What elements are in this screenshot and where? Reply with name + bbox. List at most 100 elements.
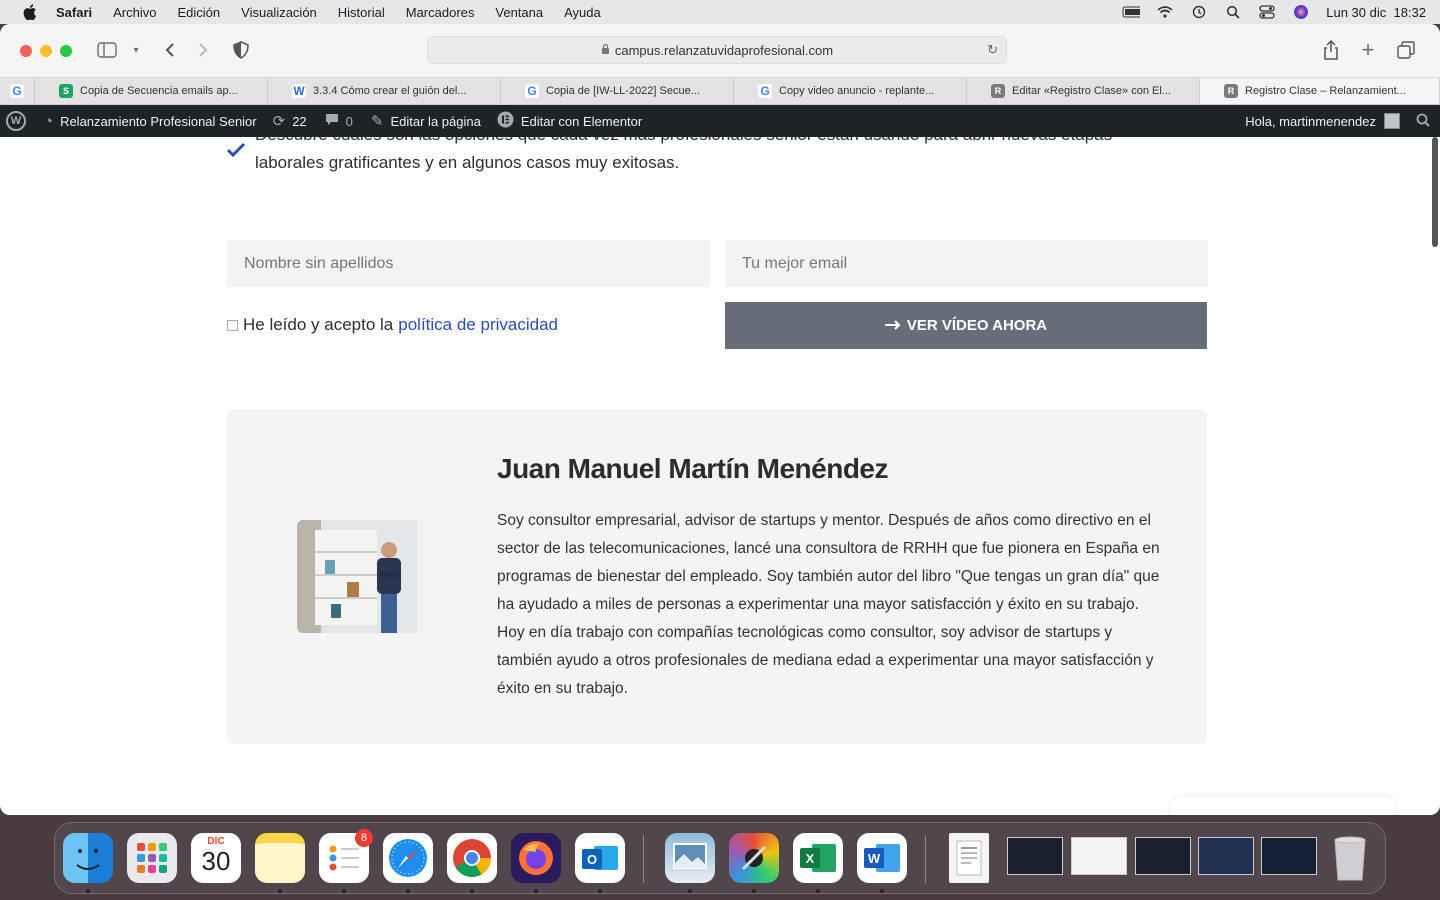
reminders-icon[interactable]: 8 xyxy=(319,829,373,883)
tab-group-chevron-down-icon[interactable]: ▾ xyxy=(125,40,147,60)
sidebar-toggle-icon[interactable] xyxy=(96,40,118,60)
pinned-tab-google[interactable]: G xyxy=(0,78,35,104)
dock-separator xyxy=(643,835,644,883)
user-avatar[interactable] xyxy=(1384,113,1400,129)
name-field[interactable] xyxy=(227,240,710,287)
menu-marcadores[interactable]: Marcadores xyxy=(406,5,475,20)
safari-icon[interactable] xyxy=(383,833,433,883)
tab-crear-guion[interactable]: W 3.3.4 Cómo crear el guión del... xyxy=(268,78,501,104)
outlook-icon[interactable]: O xyxy=(575,833,625,883)
wp-edit-elementor[interactable]: Editar con Elementor xyxy=(497,111,642,132)
author-photo xyxy=(297,520,447,633)
firefox-icon[interactable] xyxy=(511,833,561,883)
privacy-policy-link[interactable]: política de privacidad xyxy=(398,315,558,335)
email-field[interactable] xyxy=(725,240,1208,287)
wp-search-icon[interactable] xyxy=(1416,113,1430,130)
menu-visualizacion[interactable]: Visualización xyxy=(241,5,317,20)
reload-icon[interactable]: ↻ xyxy=(987,42,998,58)
minimized-window-thumbnail[interactable] xyxy=(1071,837,1127,875)
browser-toolbar: ▾ campus.relanzatuvidaprofesional.com ↻ … xyxy=(0,24,1440,77)
wifi-icon[interactable] xyxy=(1156,5,1174,19)
preview-icon[interactable] xyxy=(665,833,715,883)
color-utility-icon[interactable] xyxy=(729,833,779,883)
new-tab-icon[interactable]: + xyxy=(1357,37,1379,62)
spotlight-icon[interactable] xyxy=(1224,5,1242,19)
minimize-window-button[interactable] xyxy=(40,44,52,57)
macos-dock: DIC 30 8 O X W xyxy=(54,822,1386,894)
wp-site-name[interactable]: ◔ Relanzamiento Profesional Senior xyxy=(44,113,257,130)
menu-ventana[interactable]: Ventana xyxy=(495,5,543,20)
comment-bubble-icon xyxy=(325,113,339,130)
tab-copia-iw[interactable]: G Copia de [IW-LL-2022] Secue... xyxy=(501,78,734,104)
document-stack-icon[interactable] xyxy=(949,833,989,883)
finder-icon[interactable] xyxy=(63,833,113,883)
author-bio-card: Juan Manuel Martín Menéndez Soy consulto… xyxy=(227,409,1207,744)
launchpad-icon[interactable] xyxy=(127,833,177,883)
minimized-window-thumbnail[interactable] xyxy=(1198,837,1254,875)
floating-panel-edge xyxy=(1170,797,1395,815)
siri-icon[interactable] xyxy=(1292,5,1310,19)
time-machine-icon[interactable] xyxy=(1190,5,1208,19)
sheets-icon: S xyxy=(59,84,73,98)
back-chevron-icon[interactable] xyxy=(159,40,181,60)
word-icon[interactable]: W xyxy=(857,833,907,883)
wp-updates[interactable]: ⟳ 22 xyxy=(273,112,307,130)
chrome-icon[interactable] xyxy=(447,833,497,883)
close-window-button[interactable] xyxy=(20,44,32,57)
apple-menu-icon[interactable] xyxy=(20,2,40,22)
edit-page-label: Editar la página xyxy=(390,113,481,129)
zoom-window-button[interactable] xyxy=(60,44,72,57)
running-indicator xyxy=(406,889,410,893)
tab-registro-clase[interactable]: R Registro Clase – Relanzamient... xyxy=(1200,78,1440,104)
menu-archivo[interactable]: Archivo xyxy=(113,5,156,20)
running-indicator xyxy=(342,889,346,893)
menu-ayuda[interactable]: Ayuda xyxy=(564,5,601,20)
forward-chevron-icon[interactable] xyxy=(192,40,214,60)
running-indicator xyxy=(688,889,692,893)
watch-video-button[interactable]: VER VÍDEO AHORA xyxy=(725,302,1207,349)
excel-icon[interactable]: X xyxy=(793,833,843,883)
tab-label: 3.3.4 Cómo crear el guión del... xyxy=(313,85,467,97)
tab-label: Editar «Registro Clase» con El... xyxy=(1012,85,1171,97)
tab-label: Copia de [IW-LL-2022] Secue... xyxy=(546,85,700,97)
tab-copy-video[interactable]: G Copy video anuncio - replante... xyxy=(734,78,967,104)
minimized-window-thumbnail[interactable] xyxy=(1007,837,1063,875)
dashboard-gauge-icon: ◔ xyxy=(44,112,54,130)
notes-icon[interactable] xyxy=(255,833,305,883)
privacy-checkbox[interactable] xyxy=(227,319,238,331)
minimized-window-thumbnail[interactable] xyxy=(1135,837,1191,875)
share-icon[interactable] xyxy=(1320,40,1342,60)
wp-edit-page[interactable]: ✎ Editar la página xyxy=(371,112,481,130)
google-icon: G xyxy=(525,84,539,98)
user-greeting[interactable]: Hola, martinmenendez xyxy=(1245,114,1376,129)
control-center-icon[interactable] xyxy=(1258,5,1276,19)
running-indicator xyxy=(470,889,474,893)
privacy-shield-icon[interactable] xyxy=(230,40,252,60)
trash-icon[interactable] xyxy=(1325,833,1375,883)
calendar-icon[interactable]: DIC 30 xyxy=(191,833,241,883)
svg-text:O: O xyxy=(587,852,597,867)
page-scrollbar[interactable] xyxy=(1432,137,1438,247)
menu-historial[interactable]: Historial xyxy=(338,5,385,20)
running-indicator xyxy=(86,889,90,893)
wp-comments[interactable]: 0 xyxy=(325,113,353,130)
battery-icon[interactable] xyxy=(1122,5,1141,19)
calendar-day: 30 xyxy=(201,846,231,876)
tab-secuencia-emails[interactable]: S Copia de Secuencia emails ap... xyxy=(35,78,268,104)
address-bar[interactable]: campus.relanzatuvidaprofesional.com ↻ xyxy=(427,36,1007,64)
running-indicator xyxy=(534,889,538,893)
tab-editar-registro[interactable]: R Editar «Registro Clase» con El... xyxy=(967,78,1200,104)
site-r-icon: R xyxy=(1224,84,1238,98)
updates-count: 22 xyxy=(292,113,307,129)
running-indicator xyxy=(278,889,282,893)
running-indicator xyxy=(598,889,602,893)
menu-edicion[interactable]: Edición xyxy=(178,5,221,20)
menu-safari[interactable]: Safari xyxy=(56,5,92,20)
updates-icon: ⟳ xyxy=(272,113,286,130)
menubar-clock[interactable]: Lun 30 dic 18:32 xyxy=(1326,5,1426,20)
wordpress-logo-icon[interactable]: W xyxy=(6,111,26,131)
macos-menu-bar: Safari Archivo Edición Visualización His… xyxy=(0,0,1440,24)
pencil-icon: ✎ xyxy=(370,113,384,130)
tab-overview-icon[interactable] xyxy=(1395,40,1417,60)
minimized-window-thumbnail[interactable] xyxy=(1261,837,1317,875)
